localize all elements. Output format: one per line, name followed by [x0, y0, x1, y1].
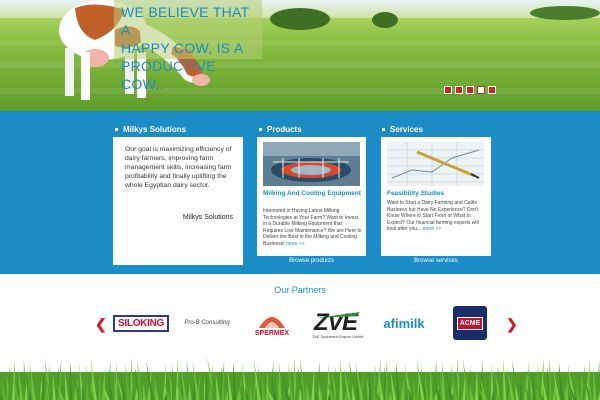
about-title: Milkys Solutions — [123, 125, 187, 134]
slider-dot[interactable] — [488, 86, 496, 94]
spermex-text: SPERMEX — [254, 329, 290, 337]
bullet-icon — [382, 128, 385, 131]
chevron-left-icon[interactable]: ❮ — [95, 316, 107, 333]
svg-text:ZvE: ZvE — [313, 309, 359, 334]
services-card-text: Want to Start a Dairy Farming and Cattle… — [387, 200, 487, 233]
hero-banner: WE BELIEVE THAT A HAPPY COW, IS A PRODUC… — [0, 0, 600, 111]
afimilk-text: afimilk — [383, 315, 425, 331]
tree — [372, 12, 398, 28]
about-signature: Milkys Solutions — [182, 214, 233, 221]
milking-parlor-image[interactable] — [263, 142, 360, 186]
chevron-right-icon[interactable]: ❯ — [506, 316, 518, 333]
siloking-text: SILOKING — [113, 314, 169, 332]
browse-services-link[interactable]: Browse services — [381, 258, 491, 264]
products-card-title[interactable]: Milking And Cooling Equipment — [263, 190, 363, 198]
acme-badge: ACME — [453, 306, 487, 340]
services-more-link[interactable]: more >> — [423, 226, 442, 232]
products-card[interactable]: Milking And Cooling Equipment Interested… — [257, 137, 366, 256]
tagline-line: WE BELIEVE THAT A — [121, 4, 250, 38]
slider-dot[interactable] — [444, 86, 452, 94]
spermex-emblem-icon — [259, 316, 285, 328]
grass-footer — [0, 357, 600, 400]
services-heading: Services — [382, 125, 423, 134]
products-description: Interested in Having Latest Milking Tech… — [263, 208, 362, 247]
about-card: Our goal is maximizing efficiency of dai… — [113, 137, 243, 265]
partner-logo-afimilk[interactable]: afimilk — [373, 305, 435, 341]
slider-dot[interactable] — [466, 86, 474, 94]
bullet-icon — [259, 128, 262, 131]
about-heading: Milkys Solutions — [115, 125, 186, 134]
tree — [270, 8, 330, 30]
tagline-line: HAPPY COW, IS A — [121, 40, 244, 56]
tagline-line: PRODUCTIVE COW.. — [121, 58, 216, 92]
services-title: Services — [390, 125, 423, 134]
products-title: Products — [267, 125, 302, 134]
tree — [530, 6, 600, 20]
bullet-icon — [115, 128, 118, 131]
slider-dot-active[interactable] — [477, 86, 485, 94]
hero-tagline: WE BELIEVE THAT A HAPPY COW, IS A PRODUC… — [114, 0, 262, 92]
products-more-link[interactable]: more >> — [286, 241, 305, 247]
partner-logo-siloking[interactable]: SILOKING — [112, 305, 170, 341]
services-card[interactable]: Feasibility Studies Want to Start a Dair… — [381, 137, 491, 256]
feasibility-image[interactable] — [387, 142, 484, 186]
slider-dot[interactable] — [455, 86, 463, 94]
partner-logo-acme[interactable]: ACME — [452, 305, 488, 341]
products-heading: Products — [259, 125, 302, 134]
acme-text: ACME — [456, 316, 484, 330]
partner-logo-spermex[interactable]: SPERMEX — [251, 305, 293, 341]
browse-products-link[interactable]: Browse products — [257, 258, 366, 264]
partner-logo-prob[interactable]: Pro-B Consulting — [176, 305, 238, 341]
prob-text: Pro-B Consulting — [184, 320, 230, 326]
products-card-text: Interested in Having Latest Milking Tech… — [263, 208, 363, 247]
about-text: Our goal is maximizing efficiency of dai… — [125, 146, 232, 189]
services-card-title[interactable]: Feasibility Studies — [387, 190, 487, 198]
slider-dots — [444, 86, 496, 94]
partners-title: Our Partners — [274, 285, 326, 295]
zve-emblem-icon: ZvE — [313, 309, 360, 334]
partner-logo-zve[interactable]: ZvE ZvE Zuchtvieh-Export GmbH — [310, 305, 366, 341]
zve-text: ZvE Zuchtvieh-Export GmbH — [312, 333, 364, 339]
